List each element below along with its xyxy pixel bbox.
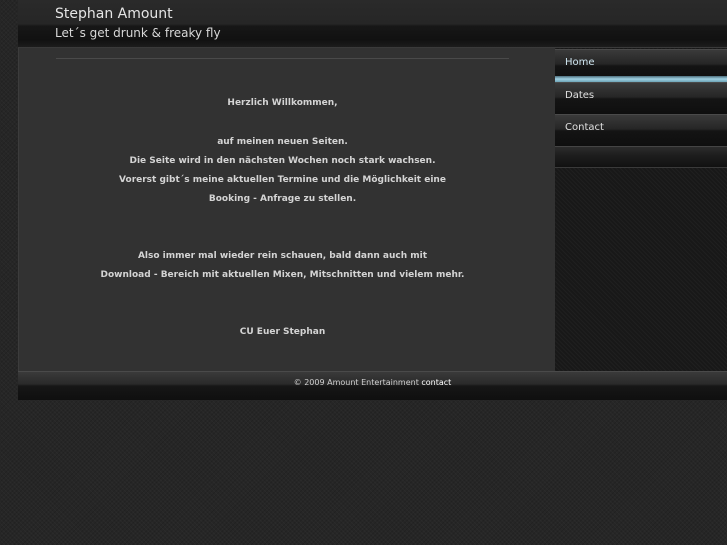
nav-item-label: Home xyxy=(565,57,595,68)
nav-filler xyxy=(555,146,727,168)
sidebar-nav: Home Dates Contact xyxy=(555,48,727,371)
copyright-text: © 2009 Amount Entertainment xyxy=(293,378,419,387)
site-tagline: Let´s get drunk & freaky fly xyxy=(55,26,221,40)
content-line: Also immer mal wieder rein schauen, bald… xyxy=(137,251,428,261)
main-content: Herzlich Willkommen, auf meinen neuen Se… xyxy=(18,48,556,371)
content-line: Download - Bereich mit aktuellen Mixen, … xyxy=(100,270,465,280)
content-line: auf meinen neuen Seiten. xyxy=(217,137,348,147)
header: Stephan Amount Let´s get drunk & freaky … xyxy=(18,0,727,48)
site-title: Stephan Amount xyxy=(55,6,173,22)
footer-text: © 2009 Amount Entertainment contact xyxy=(18,378,727,387)
content-line: Booking - Anfrage zu stellen. xyxy=(208,194,357,204)
content-line: Vorerst gibt´s meine aktuellen Termine u… xyxy=(119,175,446,185)
nav-item-home[interactable]: Home xyxy=(555,49,727,82)
nav-item-contact[interactable]: Contact xyxy=(555,114,727,147)
content-line: Die Seite wird in den nächsten Wochen no… xyxy=(129,156,436,166)
content-divider xyxy=(56,58,509,59)
welcome-heading: Herzlich Willkommen, xyxy=(227,98,338,108)
nav-item-dates[interactable]: Dates xyxy=(555,82,727,115)
footer: © 2009 Amount Entertainment contact xyxy=(18,371,727,400)
footer-contact-link[interactable]: contact xyxy=(421,378,451,387)
nav-item-label: Dates xyxy=(565,90,595,101)
nav-item-label: Contact xyxy=(565,122,604,133)
signoff: CU Euer Stephan xyxy=(239,327,326,337)
site-container: Stephan Amount Let´s get drunk & freaky … xyxy=(18,0,727,400)
